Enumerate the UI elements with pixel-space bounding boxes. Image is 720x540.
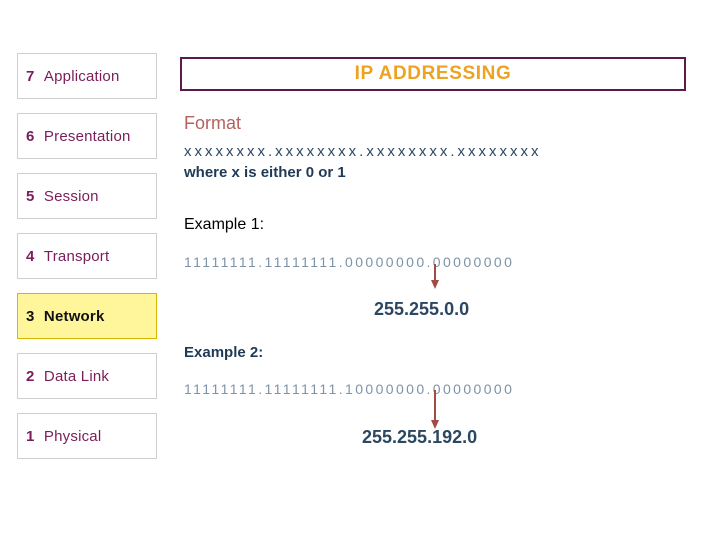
osi-layer-network[interactable]: 3 Network <box>17 293 157 339</box>
osi-layer-label: 6 Presentation <box>18 128 131 145</box>
page-title: IP ADDRESSING <box>354 63 512 84</box>
osi-layer-physical[interactable]: 1 Physical <box>17 413 157 459</box>
osi-layer-name: Application <box>43 67 120 85</box>
osi-layer-session[interactable]: 5 Session <box>17 173 157 219</box>
format-note: where x is either 0 or 1 <box>184 164 346 181</box>
osi-layer-name: Transport <box>43 247 110 265</box>
example1-result: 255.255.0.0 <box>374 299 470 319</box>
osi-layer-transport[interactable]: 4 Transport <box>17 233 157 279</box>
osi-layer-label: 7 Application <box>18 68 120 85</box>
osi-layer-label: 4 Transport <box>18 248 109 265</box>
osi-layer-number: 7 <box>26 67 39 85</box>
osi-layer-number: 1 <box>26 427 39 445</box>
osi-layer-name: Presentation <box>43 127 131 145</box>
osi-layer-presentation[interactable]: 6 Presentation <box>17 113 157 159</box>
example2-label: Example 2: <box>184 344 264 361</box>
osi-layer-number: 6 <box>26 127 39 145</box>
osi-layer-label: 2 Data Link <box>18 368 109 385</box>
example2-result: 255.255.192.0 <box>362 427 478 447</box>
example2-binary: 11111111.11111111.10000000.00000000 <box>184 381 515 397</box>
osi-layer-label: 3 Network <box>18 308 105 325</box>
format-section: Format xxxxxxxx.xxxxxxxx.xxxxxxxx.xxxxxx… <box>184 112 542 183</box>
osi-layer-label: 1 Physical <box>18 428 101 445</box>
osi-layer-name: Data Link <box>43 367 110 385</box>
osi-layer-number: 5 <box>26 187 39 205</box>
osi-layer-label: 5 Session <box>18 188 99 205</box>
example1-binary: 11111111.11111111.00000000.00000000 <box>184 254 515 270</box>
slide-title-banner: IP ADDRESSING <box>180 57 686 91</box>
osi-layer-number: 3 <box>26 307 39 325</box>
osi-layer-number: 4 <box>26 247 39 265</box>
osi-layer-name: Session <box>43 187 99 205</box>
osi-layer-name: Network <box>43 307 105 325</box>
example1-label: Example 1: <box>184 216 265 233</box>
osi-layer-data-link[interactable]: 2 Data Link <box>17 353 157 399</box>
format-heading: Format <box>184 113 242 133</box>
slide-canvas: 7 Application 6 Presentation 5 Session 4… <box>0 0 720 540</box>
format-pattern: xxxxxxxx.xxxxxxxx.xxxxxxxx.xxxxxxxx <box>184 143 542 160</box>
osi-layer-application[interactable]: 7 Application <box>17 53 157 99</box>
osi-layer-name: Physical <box>43 427 102 445</box>
osi-layer-number: 2 <box>26 367 39 385</box>
